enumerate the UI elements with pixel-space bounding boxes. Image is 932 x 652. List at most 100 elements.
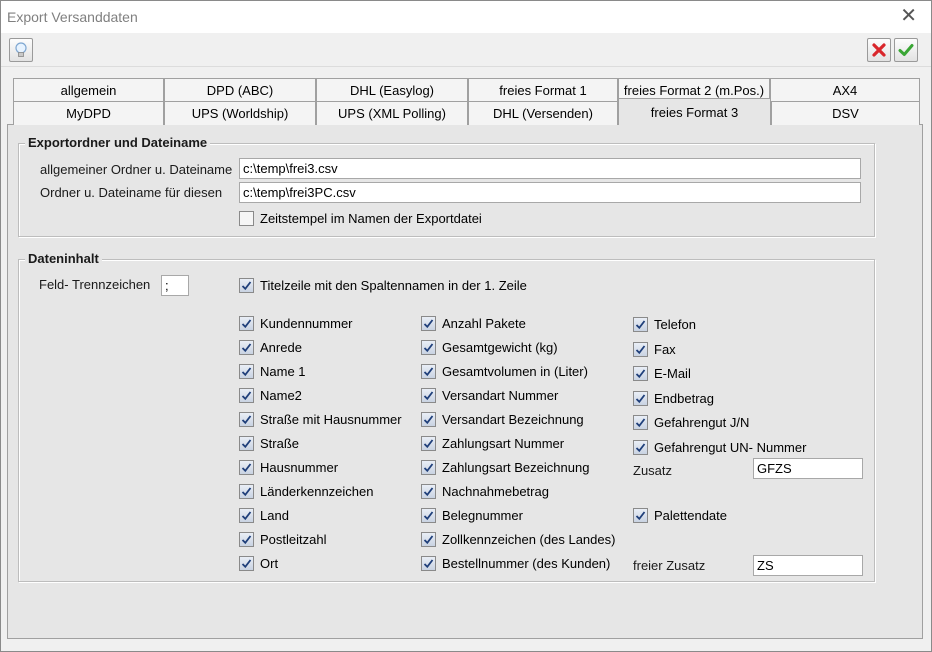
checkbox-col2-4[interactable]: Versandart Bezeichnung — [421, 412, 584, 427]
check-icon — [423, 439, 434, 449]
checkbox-col3-1[interactable]: Fax — [633, 341, 676, 357]
check-icon — [423, 319, 434, 329]
check-icon — [423, 343, 434, 353]
checkbox-col2-0[interactable]: Anzahl Pakete — [421, 316, 526, 331]
zusatz-input[interactable] — [753, 458, 863, 479]
checkbox-box — [421, 436, 436, 451]
checkbox-col1-4[interactable]: Straße mit Hausnummer — [239, 412, 402, 427]
title-bar: Export Versanddaten ✕ — [1, 1, 931, 33]
checkbox-box — [421, 508, 436, 523]
check-icon — [423, 367, 434, 377]
checkbox-palettendate[interactable]: Palettendate — [633, 508, 727, 523]
checkbox-col1-5[interactable]: Straße — [239, 436, 299, 451]
checkbox-col1-10[interactable]: Ort — [239, 556, 278, 571]
tab-dhl-versenden[interactable]: DHL (Versenden) — [468, 101, 618, 125]
tab-freies-format-1[interactable]: freies Format 1 — [468, 78, 618, 102]
checkbox-box — [633, 508, 648, 523]
freier-zusatz-label: freier Zusatz — [633, 558, 706, 573]
check-icon — [241, 511, 252, 521]
checkbox-box — [421, 340, 436, 355]
checkbox-label: Ort — [260, 556, 279, 571]
check-icon — [635, 418, 646, 428]
general-folder-input[interactable] — [239, 158, 861, 179]
checkbox-col3-3[interactable]: Endbetrag — [633, 390, 714, 406]
tab-freies-format-3[interactable]: freies Format 3 — [618, 98, 771, 125]
cancel-x-icon — [872, 43, 886, 57]
checkbox-label: Straße — [260, 436, 300, 451]
checkbox-col1-6[interactable]: Hausnummer — [239, 460, 338, 475]
checkbox-col1-7[interactable]: Länderkennzeichen — [239, 484, 373, 499]
checkbox-box — [421, 484, 436, 499]
freier-zusatz-input[interactable] — [753, 555, 863, 576]
checkbox-col2-10[interactable]: Bestellnummer (des Kunden) — [421, 556, 610, 571]
checkbox-col3-4[interactable]: Gefahrengut J/N — [633, 415, 749, 430]
checkbox-col3-0[interactable]: Telefon — [633, 317, 696, 332]
specific-folder-input[interactable] — [239, 182, 861, 203]
checkbox-col2-7[interactable]: Nachnahmebetrag — [421, 484, 549, 499]
separator-input[interactable] — [161, 275, 189, 296]
check-icon — [241, 535, 252, 545]
checkbox-col3-5[interactable]: Gefahrengut UN- Nummer — [633, 439, 806, 455]
cancel-button[interactable] — [867, 38, 891, 62]
checkbox-label: Länderkennzeichen — [260, 484, 374, 499]
checkbox-box — [239, 460, 254, 475]
checkbox-box — [633, 366, 648, 381]
checkbox-col2-5[interactable]: Zahlungsart Nummer — [421, 436, 564, 451]
specific-folder-label: Ordner u. Dateiname für diesen — [40, 185, 223, 200]
checkbox-col1-3[interactable]: Name2 — [239, 388, 302, 403]
checkbox-label: Versandart Bezeichnung — [442, 412, 584, 427]
checkbox-col2-2[interactable]: Gesamtvolumen in (Liter) — [421, 364, 588, 379]
checkbox-col2-9[interactable]: Zollkennzeichen (des Landes) — [421, 532, 615, 547]
checkbox-label: Straße mit Hausnummer — [260, 412, 402, 427]
checkbox-col1-9[interactable]: Postleitzahl — [239, 532, 326, 547]
tab-ups-xml-polling[interactable]: UPS (XML Polling) — [316, 101, 468, 125]
checkbox-col2-3[interactable]: Versandart Nummer — [421, 388, 558, 403]
tab-mydpd[interactable]: MyDPD — [13, 101, 164, 125]
header-row-checkbox[interactable]: Titelzeile mit den Spaltennamen in der 1… — [239, 278, 527, 293]
lightbulb-icon — [15, 42, 27, 57]
checkbox-label: Versandart Nummer — [442, 388, 559, 403]
checkbox-label: Gesamtvolumen in (Liter) — [442, 364, 588, 379]
checkbox-col1-8[interactable]: Land — [239, 508, 289, 523]
tab-dsv[interactable]: DSV — [771, 101, 920, 125]
checkbox-box — [239, 436, 254, 451]
checkbox-col2-6[interactable]: Zahlungsart Bezeichnung — [421, 460, 589, 475]
checkbox-col1-0[interactable]: Kundennummer — [239, 316, 353, 331]
tab-ax4[interactable]: AX4 — [770, 78, 920, 102]
checkbox-label: Anzahl Pakete — [442, 316, 526, 331]
checkbox-label: Land — [260, 508, 289, 523]
tab-ups-worldship[interactable]: UPS (Worldship) — [164, 101, 316, 125]
checkbox-label: Kundennummer — [260, 316, 353, 331]
checkbox-box — [239, 364, 254, 379]
check-icon — [241, 487, 252, 497]
check-icon — [241, 391, 252, 401]
checkbox-col1-1[interactable]: Anrede — [239, 340, 302, 355]
close-icon[interactable]: ✕ — [900, 5, 917, 27]
checkbox-box — [239, 556, 254, 571]
tab-dhl-easylog[interactable]: DHL (Easylog) — [316, 78, 468, 102]
checkbox-box — [239, 532, 254, 547]
window-title: Export Versanddaten — [7, 9, 138, 25]
check-icon — [423, 391, 434, 401]
tab-allgemein[interactable]: allgemein — [13, 78, 164, 102]
timestamp-checkbox[interactable]: Zeitstempel im Namen der Exportdatei — [239, 211, 482, 226]
checkbox-col2-8[interactable]: Belegnummer — [421, 508, 523, 523]
checkbox-col1-2[interactable]: Name 1 — [239, 364, 306, 379]
ok-button[interactable] — [894, 38, 918, 62]
checkbox-col2-1[interactable]: Gesamtgewicht (kg) — [421, 340, 558, 355]
checkbox-label: Zahlungsart Nummer — [442, 436, 565, 451]
hint-button[interactable] — [9, 38, 33, 62]
checkbox-col3-2[interactable]: E-Mail — [633, 366, 691, 381]
zusatz-label: Zusatz — [633, 463, 673, 478]
checkbox-label: Name 1 — [260, 364, 306, 379]
general-folder-label: allgemeiner Ordner u. Dateiname — [40, 162, 233, 177]
checkbox-label: Belegnummer — [442, 508, 523, 523]
check-icon — [423, 487, 434, 497]
tab-dpd-abc[interactable]: DPD (ABC) — [164, 78, 316, 102]
checkbox-box — [633, 390, 648, 406]
checkbox-box — [421, 388, 436, 403]
checkbox-label: Gesamtgewicht (kg) — [442, 340, 558, 355]
check-icon — [423, 535, 434, 545]
check-icon — [241, 439, 252, 449]
checkbox-label: Endbetrag — [654, 390, 714, 406]
